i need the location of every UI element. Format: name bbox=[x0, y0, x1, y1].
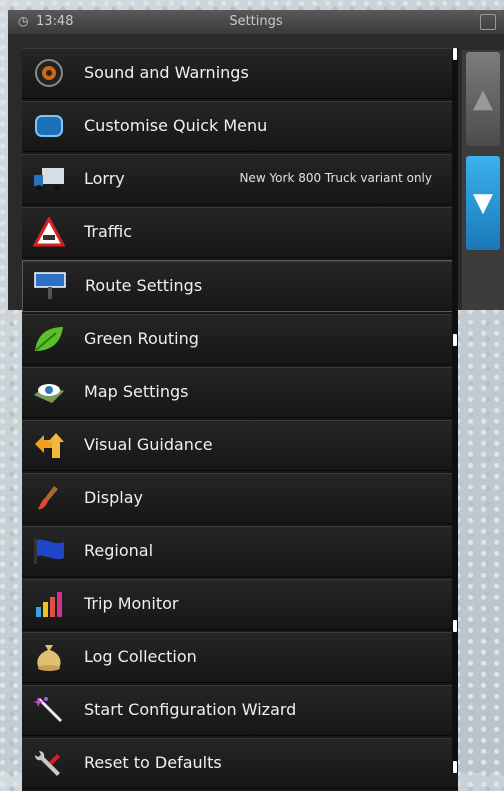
map-eye-icon bbox=[32, 376, 66, 408]
menu-item-label: Customise Quick Menu bbox=[84, 116, 268, 135]
flag-icon bbox=[32, 535, 66, 567]
leaf-icon bbox=[32, 323, 66, 355]
road-sign-icon bbox=[33, 270, 67, 302]
menu-item-label: Traffic bbox=[84, 222, 133, 241]
menu-item-route-settings[interactable]: Route Settings bbox=[22, 260, 458, 312]
menu-item-reset-to-defaults[interactable]: Reset to Defaults bbox=[22, 738, 458, 789]
settings-menu: Sound and Warnings Customise Quick Menu … bbox=[22, 48, 458, 791]
menu-item-map-settings[interactable]: Map Settings bbox=[22, 367, 458, 418]
scroll-up-button[interactable]: ▲ bbox=[466, 52, 500, 146]
menu-item-display[interactable]: Display bbox=[22, 473, 458, 524]
arrow-up-icon: ▲ bbox=[473, 84, 493, 114]
menu-item-sound-and-warnings[interactable]: Sound and Warnings bbox=[22, 48, 458, 99]
menu-item-label: Trip Monitor bbox=[84, 594, 179, 613]
menu-item-label: Regional bbox=[84, 541, 154, 560]
traffic-warning-icon bbox=[32, 216, 66, 248]
scroll-down-button[interactable]: ▼ bbox=[466, 156, 500, 250]
menu-item-label: Green Routing bbox=[84, 329, 199, 348]
quick-menu-icon bbox=[32, 110, 66, 142]
menu-item-start-configuration-wizard[interactable]: Start Configuration Wizard bbox=[22, 685, 458, 736]
menu-item-label: Route Settings bbox=[85, 276, 203, 295]
screen-title: Settings bbox=[229, 14, 283, 29]
menu-item-traffic[interactable]: Traffic bbox=[22, 207, 458, 258]
menu-item-note: New York 800 Truck variant only bbox=[239, 171, 432, 185]
menu-item-trip-monitor[interactable]: Trip Monitor bbox=[22, 579, 458, 630]
money-bag-icon bbox=[32, 641, 66, 673]
paintbrush-icon bbox=[32, 482, 66, 514]
menu-item-label: Start Configuration Wizard bbox=[84, 700, 297, 719]
wrench-icon bbox=[32, 747, 66, 779]
scrollbar-tick bbox=[453, 334, 457, 346]
scrollbar-tick bbox=[453, 620, 457, 632]
menu-item-label: Reset to Defaults bbox=[84, 753, 222, 772]
window-icon bbox=[480, 14, 496, 30]
scrollbar-tick bbox=[453, 48, 457, 60]
menu-item-regional[interactable]: Regional bbox=[22, 526, 458, 577]
menu-item-lorry[interactable]: Lorry New York 800 Truck variant only bbox=[22, 154, 458, 205]
menu-item-visual-guidance[interactable]: Visual Guidance bbox=[22, 420, 458, 471]
menu-item-log-collection[interactable]: Log Collection bbox=[22, 632, 458, 683]
menu-item-label: Lorry bbox=[84, 169, 125, 188]
speaker-icon bbox=[32, 57, 66, 89]
status-bar: ◷ 13:48 Settings bbox=[8, 10, 504, 34]
guidance-arrows-icon bbox=[32, 429, 66, 461]
scrollbar[interactable] bbox=[452, 48, 458, 773]
magic-wand-icon bbox=[32, 694, 66, 726]
menu-item-label: Display bbox=[84, 488, 143, 507]
menu-item-customise-quick-menu[interactable]: Customise Quick Menu bbox=[22, 101, 458, 152]
menu-item-label: Map Settings bbox=[84, 382, 189, 401]
menu-item-label: Sound and Warnings bbox=[84, 63, 249, 82]
bar-chart-icon bbox=[32, 588, 66, 620]
scroll-panel: ▲ ▼ bbox=[462, 50, 504, 310]
scrollbar-tick bbox=[453, 761, 457, 773]
arrow-down-icon: ▼ bbox=[473, 188, 493, 218]
menu-item-label: Log Collection bbox=[84, 647, 197, 666]
menu-item-label: Visual Guidance bbox=[84, 435, 213, 454]
menu-item-green-routing[interactable]: Green Routing bbox=[22, 314, 458, 365]
truck-icon bbox=[32, 163, 66, 195]
